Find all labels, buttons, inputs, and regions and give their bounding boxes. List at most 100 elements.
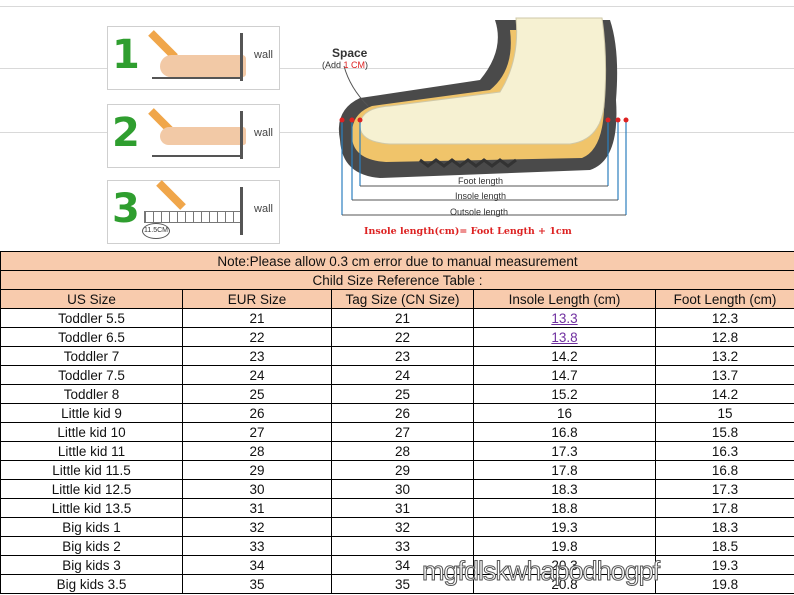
insole-length-link[interactable]: 13.3: [551, 311, 577, 326]
table-cell: 27: [182, 422, 332, 442]
column-header: EUR Size: [182, 289, 332, 309]
table-cell: 25: [331, 384, 474, 404]
floor-line: [152, 155, 241, 157]
table-row: Big kids 3.5 35 35 20.8 19.8: [0, 574, 794, 594]
table-cell: 28: [182, 441, 332, 461]
table-cell: 35: [182, 574, 332, 594]
table-cell: 12.8: [654, 327, 794, 347]
table-row: Little kid 11.5 29 29 17.8 16.8: [0, 460, 794, 480]
table-row: Little kid 10 27 27 16.8 15.8: [0, 422, 794, 442]
table-cell: Toddler 7: [0, 346, 183, 366]
table-cell: 32: [182, 517, 332, 537]
table-cell: 30: [331, 479, 474, 499]
ruler-mark: 11.5CM: [142, 223, 170, 239]
foot-icon: [160, 127, 246, 145]
table-cell: Little kid 11.5: [0, 460, 183, 480]
outsole-length-label: Outsole length: [450, 207, 509, 217]
ruler-icon: [144, 211, 242, 223]
space-note-value: 1 CM: [343, 60, 366, 70]
size-table-body: Note:Please allow 0.3 cm error due to ma…: [0, 251, 794, 594]
space-note: (Add 1 CM): [322, 60, 368, 70]
table-row: Big kids 1 32 32 19.3 18.3: [0, 517, 794, 537]
insole-formula: Insole length(cm)= Foot Length + 1cm: [364, 226, 572, 237]
table-cell: 22: [331, 327, 474, 347]
table-row: Toddler 8 25 25 15.2 14.2: [0, 384, 794, 404]
table-cell: 23: [182, 346, 332, 366]
table-cell: 16.8: [473, 422, 656, 442]
table-cell: 15.2: [473, 384, 656, 404]
table-cell: 15: [654, 403, 794, 423]
table-cell: 17.8: [654, 498, 794, 518]
table-cell: Big kids 3: [0, 555, 183, 575]
table-cell: 14.7: [473, 365, 656, 385]
wall-label: wall: [254, 49, 273, 61]
wall-label: wall: [254, 127, 273, 139]
table-cell: 16: [473, 403, 656, 423]
shoe-fit-diagram: Space (Add 1 CM) Foot length Insole leng…: [320, 10, 640, 246]
table-row: Little kid 9 26 26 16 15: [0, 403, 794, 423]
table-cell: 28: [331, 441, 474, 461]
table-cell: Toddler 8: [0, 384, 183, 404]
table-cell: Little kid 13.5: [0, 498, 183, 518]
header-row: US Size EUR Size Tag Size (CN Size) Inso…: [0, 289, 794, 309]
table-row: Big kids 2 33 33 19.8 18.5: [0, 536, 794, 556]
table-cell: Little kid 10: [0, 422, 183, 442]
watermark: mgfdlskwhapodhogpf: [421, 556, 660, 587]
table-cell: 17.8: [473, 460, 656, 480]
table-cell: 12.3: [654, 308, 794, 328]
sheet-gridline: [0, 6, 794, 7]
table-cell: 21: [331, 308, 474, 328]
wall-icon: [240, 187, 243, 235]
table-cell: 19.8: [473, 536, 656, 556]
step-number: 2: [112, 110, 140, 156]
table-cell: 29: [331, 460, 474, 480]
table-cell: 31: [331, 498, 474, 518]
table-cell: 24: [331, 365, 474, 385]
table-cell: 18.5: [654, 536, 794, 556]
table-cell: 23: [331, 346, 474, 366]
column-header: US Size: [0, 289, 183, 309]
table-cell: Toddler 7.5: [0, 365, 183, 385]
column-header: Insole Length (cm): [473, 289, 656, 309]
table-row: Toddler 6.5 22 22 13.8 12.8: [0, 327, 794, 347]
table-cell: 18.8: [473, 498, 656, 518]
table-cell: 16.3: [654, 441, 794, 461]
table-cell: Toddler 5.5: [0, 308, 183, 328]
step-2-card: 2 wall: [107, 104, 280, 168]
wall-icon: [240, 33, 243, 81]
step-3-card: 3 wall 11.5CM: [107, 180, 280, 244]
table-cell: 26: [331, 403, 474, 423]
table-cell: Big kids 1: [0, 517, 183, 537]
wall-label: wall: [254, 203, 273, 215]
note-row: Note:Please allow 0.3 cm error due to ma…: [0, 251, 794, 271]
table-cell: 22: [182, 327, 332, 347]
table-cell: 15.8: [654, 422, 794, 442]
step-number: 3: [112, 186, 140, 232]
table-cell: 13.3: [473, 308, 656, 328]
space-label: Space: [332, 46, 368, 60]
column-header: Tag Size (CN Size): [331, 289, 474, 309]
space-note-prefix: (Add: [322, 60, 344, 70]
table-cell: 30: [182, 479, 332, 499]
table-cell: 13.7: [654, 365, 794, 385]
table-cell: Little kid 9: [0, 403, 183, 423]
table-cell: 19.3: [654, 555, 794, 575]
foot-icon: [160, 55, 246, 77]
table-cell: Little kid 11: [0, 441, 183, 461]
floor-line: [152, 77, 241, 79]
table-cell: 21: [182, 308, 332, 328]
wall-icon: [240, 111, 243, 159]
table-cell: Toddler 6.5: [0, 327, 183, 347]
pencil-icon: [156, 180, 186, 210]
table-cell: 25: [182, 384, 332, 404]
table-row: Little kid 13.5 31 31 18.8 17.8: [0, 498, 794, 518]
table-cell: 32: [331, 517, 474, 537]
insole-length-label: Insole length: [455, 191, 507, 201]
table-cell: 27: [331, 422, 474, 442]
foot-length-label: Foot length: [458, 176, 504, 186]
table-cell: 18.3: [473, 479, 656, 499]
instruction-panel: 1 wall 2 wall 3 wall 11.5CM Space (Add 1…: [0, 0, 794, 251]
insole-length-link[interactable]: 13.8: [551, 330, 577, 345]
table-row: Little kid 11 28 28 17.3 16.3: [0, 441, 794, 461]
table-cell: 31: [182, 498, 332, 518]
